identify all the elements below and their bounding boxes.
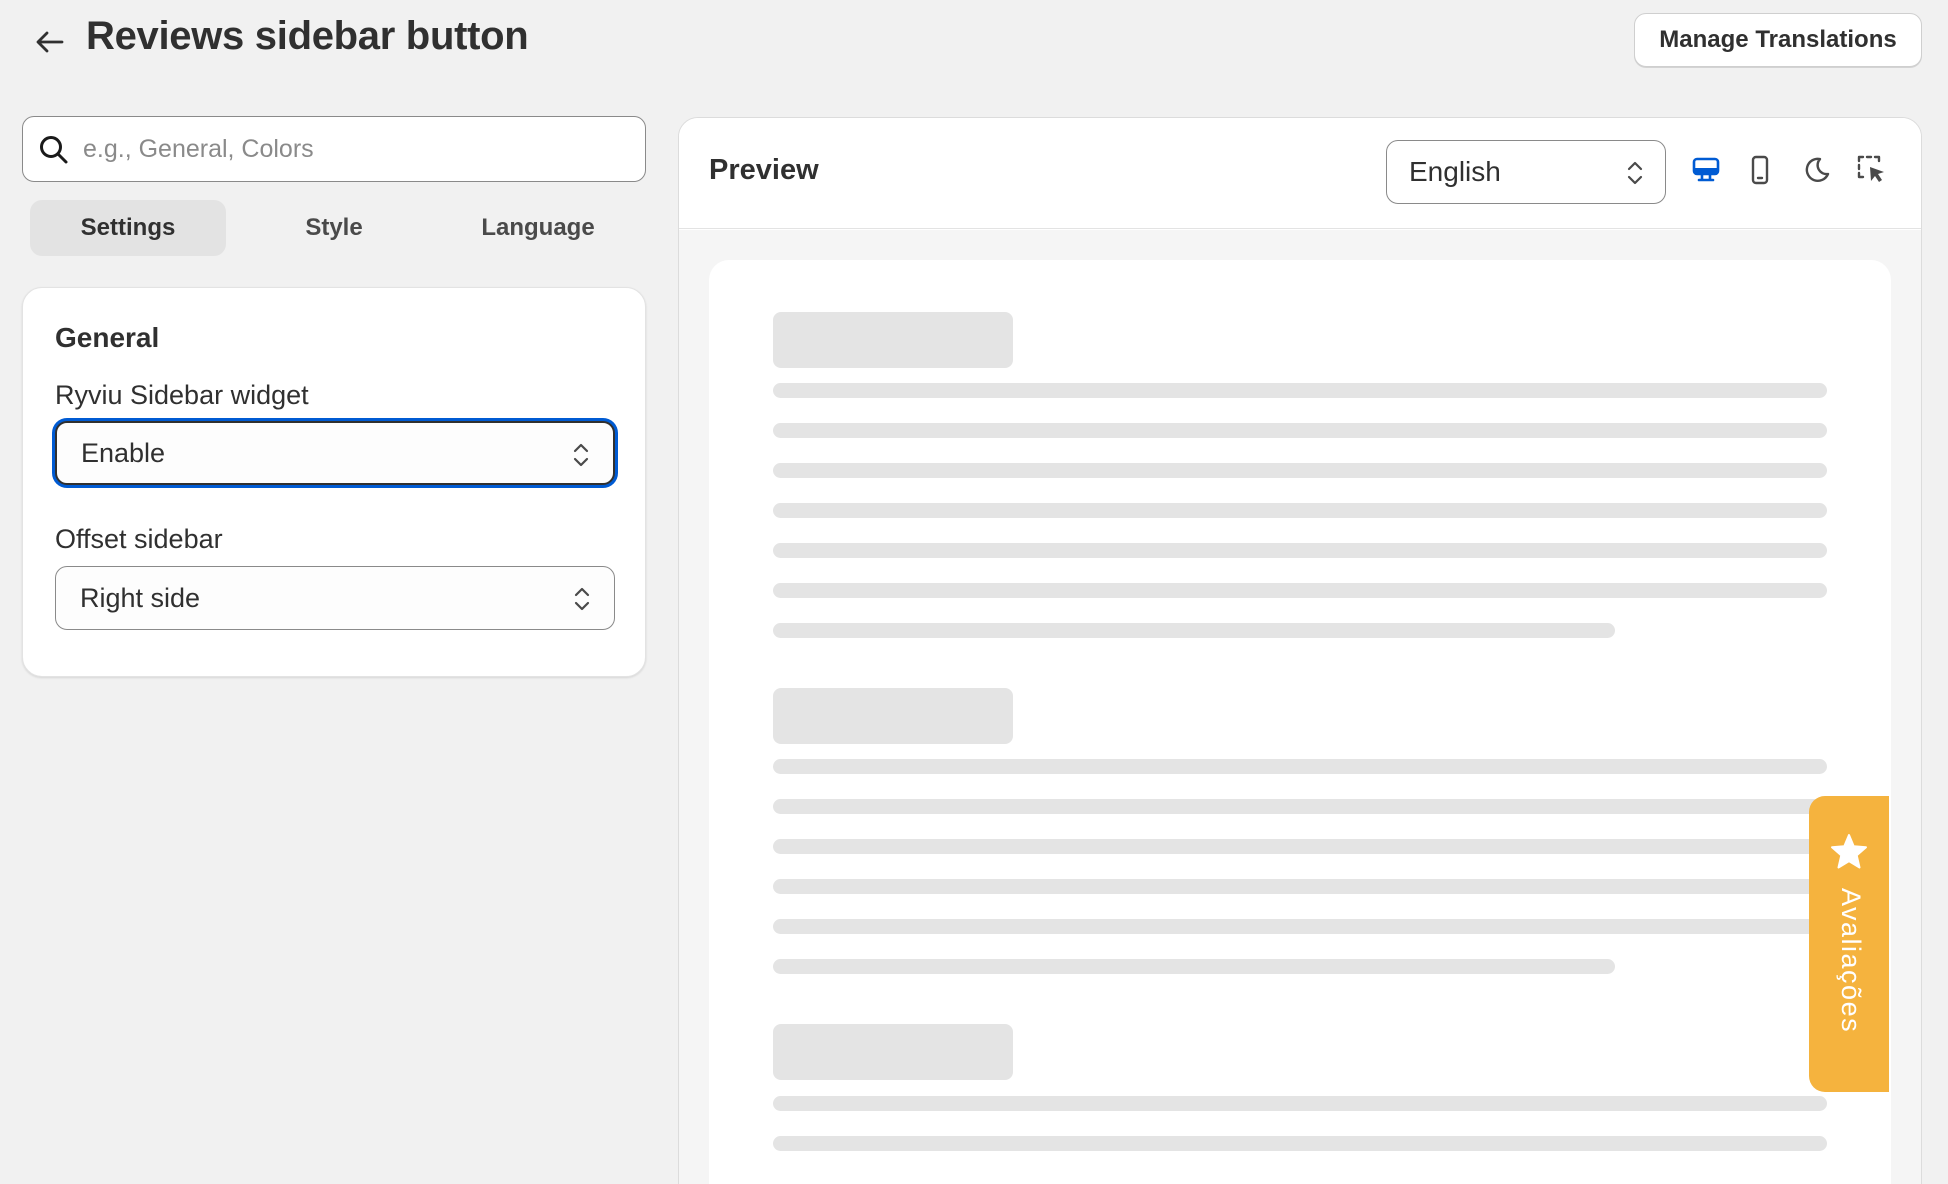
skeleton-heading	[773, 1024, 1013, 1080]
reviews-sidebar-button[interactable]: Avaliações	[1809, 796, 1889, 1092]
skeleton-heading	[773, 312, 1013, 368]
language-select[interactable]: English	[1386, 140, 1666, 204]
preview-header: Preview English	[679, 118, 1921, 229]
skeleton-line	[773, 1096, 1827, 1111]
sidebar-button-label: Avaliações	[1836, 888, 1866, 1034]
offset-sidebar-value: Right side	[80, 582, 201, 613]
select-chevron-icon	[573, 443, 589, 467]
sidebar-widget-select[interactable]: Enable	[55, 421, 615, 485]
preview-panel: Preview English	[678, 117, 1922, 1184]
search-icon	[40, 136, 68, 164]
preview-body	[679, 230, 1921, 1184]
card-title: General	[55, 322, 160, 353]
preview-title: Preview	[709, 154, 819, 186]
tab-language[interactable]: Language	[440, 200, 636, 256]
tab-settings[interactable]: Settings	[30, 200, 226, 256]
language-value: English	[1409, 156, 1501, 187]
page-title: Reviews sidebar button	[86, 14, 529, 58]
select-chevron-icon	[574, 587, 590, 611]
skeleton-line	[773, 623, 1615, 638]
skeleton-line	[773, 799, 1827, 814]
skeleton-line	[773, 543, 1827, 558]
sidebar-widget-value: Enable	[81, 437, 166, 468]
skeleton-line	[773, 879, 1827, 894]
offset-sidebar-label: Offset sidebar	[55, 524, 223, 554]
star-icon	[1831, 834, 1867, 869]
preview-canvas	[709, 260, 1891, 1184]
skeleton-line	[773, 503, 1827, 518]
mobile-icon[interactable]	[1742, 152, 1778, 188]
moon-icon[interactable]	[1798, 152, 1834, 188]
select-element-icon[interactable]	[1854, 152, 1890, 188]
skeleton-line	[773, 839, 1827, 854]
skeleton-line	[773, 959, 1615, 974]
manage-translations-button[interactable]: Manage Translations	[1634, 13, 1922, 67]
back-arrow-icon[interactable]	[30, 22, 70, 62]
general-settings-card: General Ryviu Sidebar widget Enable Offs…	[22, 287, 646, 677]
settings-tabs: Settings Style Language	[30, 200, 642, 256]
skeleton-line	[773, 463, 1827, 478]
offset-sidebar-select[interactable]: Right side	[55, 566, 615, 630]
skeleton-line	[773, 1136, 1827, 1151]
skeleton-line	[773, 759, 1827, 774]
settings-search[interactable]	[22, 116, 646, 182]
search-input[interactable]	[83, 117, 623, 181]
skeleton-line	[773, 583, 1827, 598]
skeleton-line	[773, 919, 1827, 934]
skeleton-line	[773, 383, 1827, 398]
sidebar-widget-label: Ryviu Sidebar widget	[55, 380, 309, 410]
desktop-icon[interactable]	[1688, 152, 1724, 188]
select-chevron-icon	[1627, 161, 1643, 185]
page-header: Reviews sidebar button Manage Translatio…	[0, 0, 1948, 80]
tab-style[interactable]: Style	[236, 200, 432, 256]
skeleton-heading	[773, 688, 1013, 744]
skeleton-line	[773, 423, 1827, 438]
